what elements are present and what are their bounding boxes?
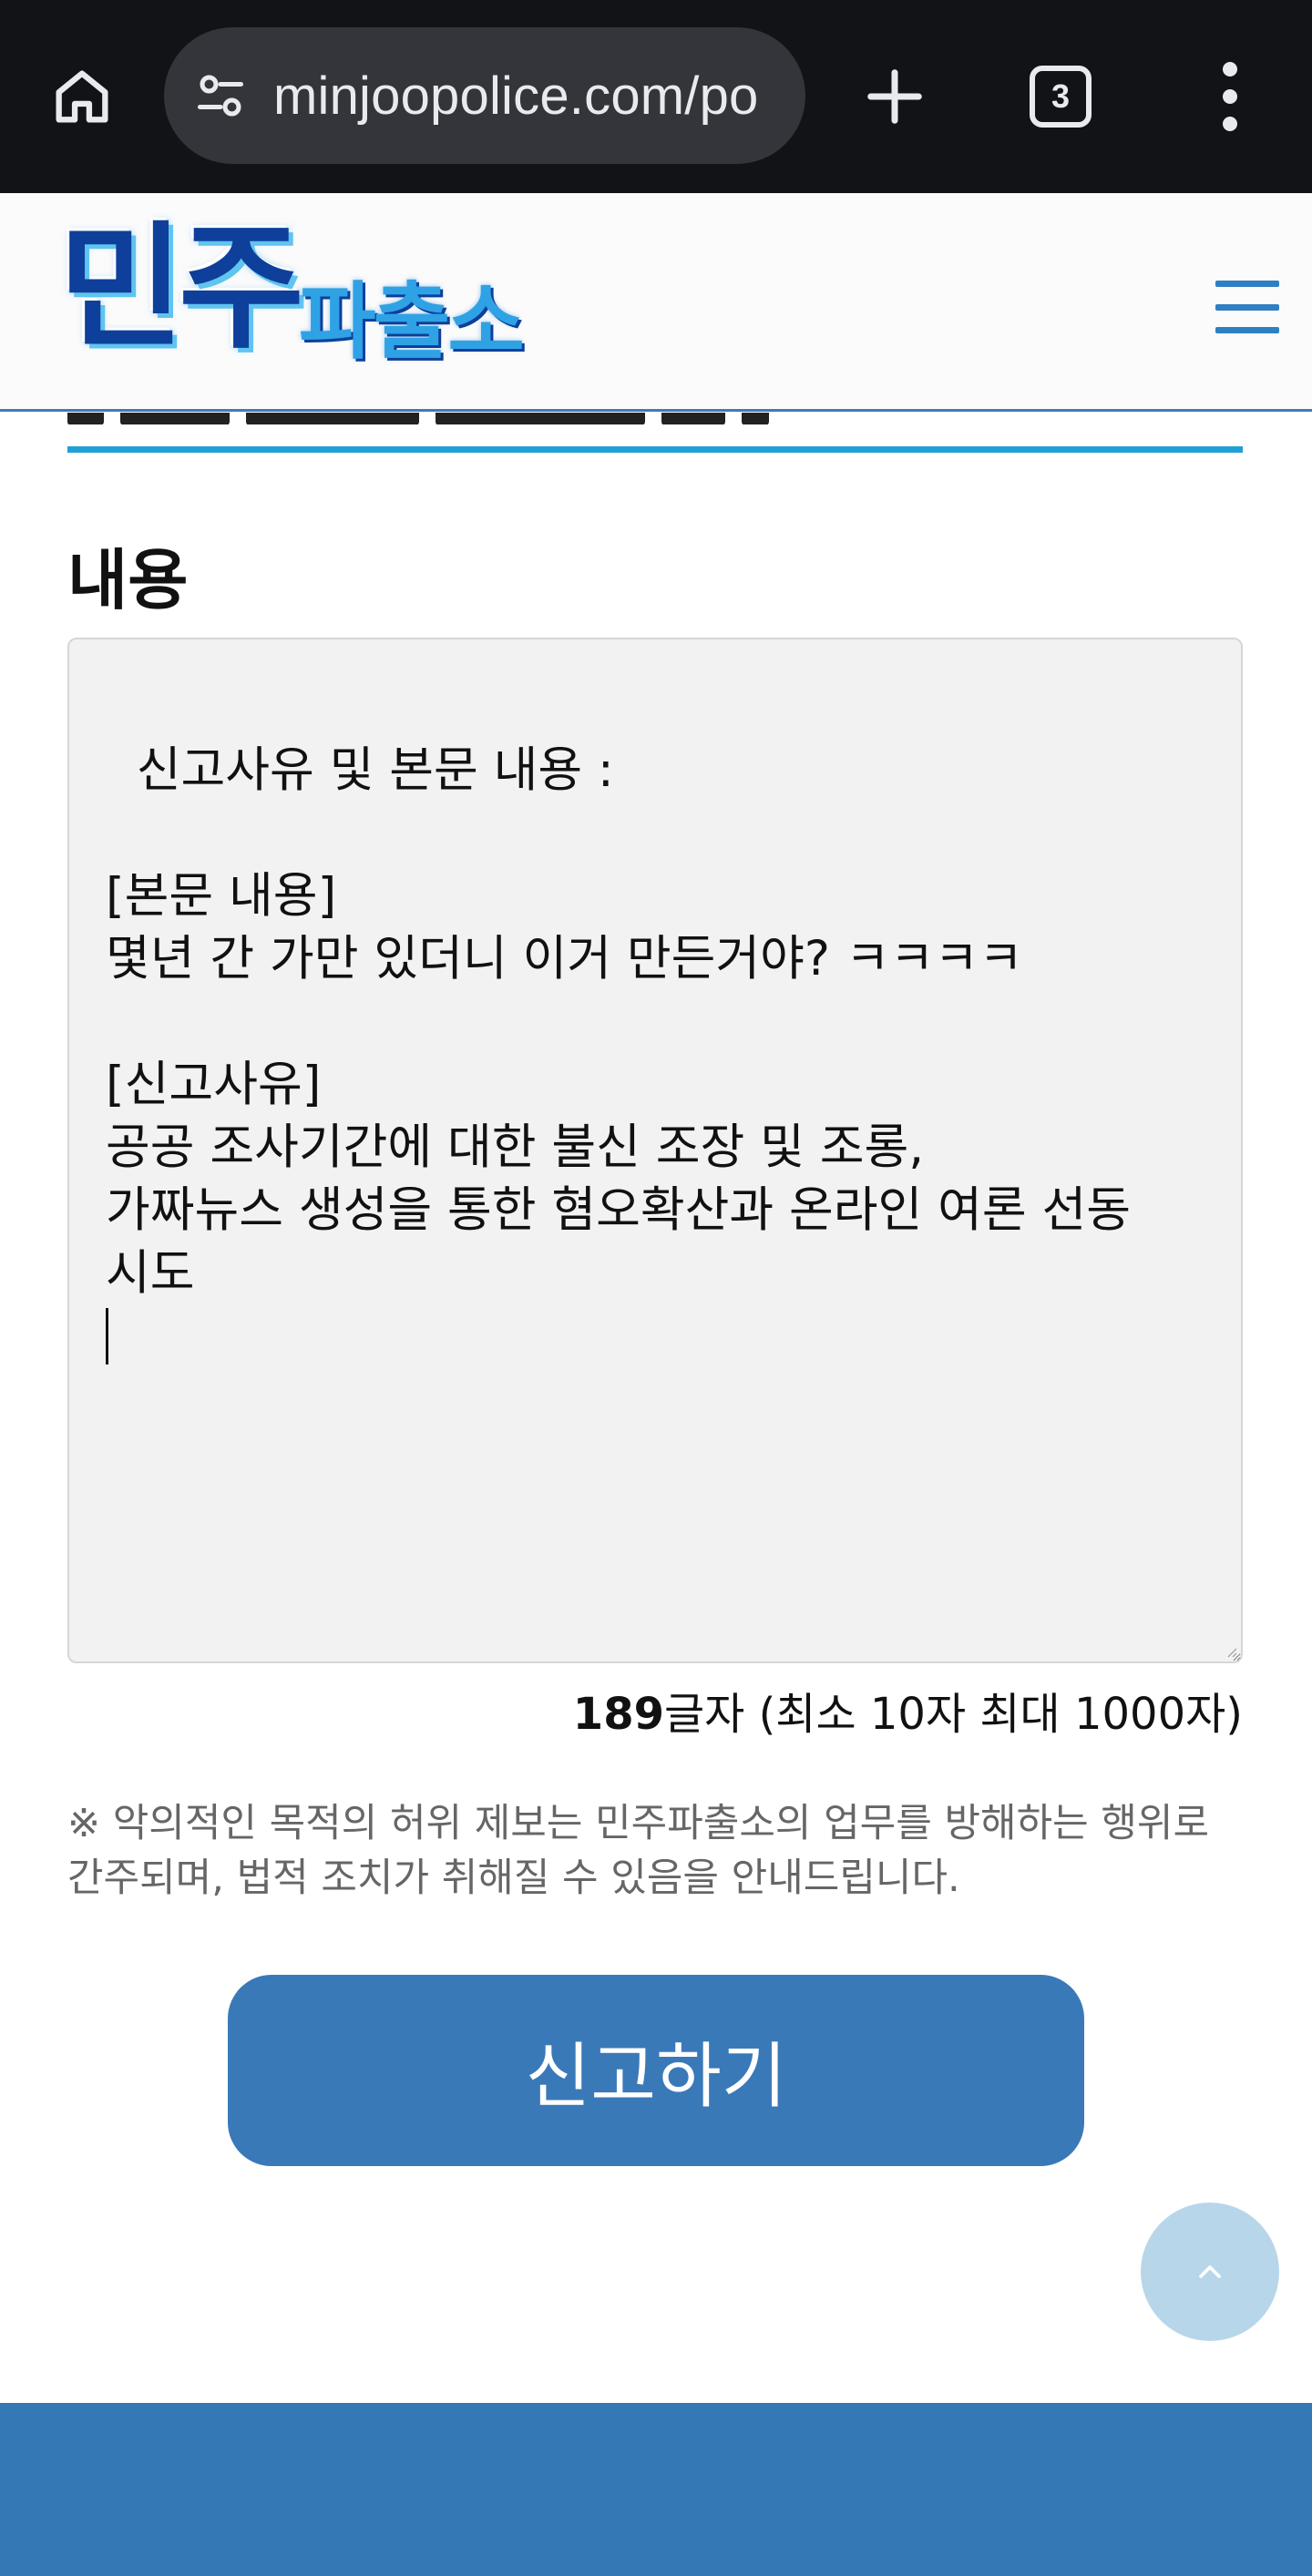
site-logo[interactable]: 민주 파출소 bbox=[58, 220, 550, 394]
character-count-number: 189 bbox=[572, 1689, 664, 1740]
text-caret bbox=[106, 1308, 108, 1365]
tab-switcher-button[interactable]: 3 bbox=[1030, 66, 1092, 128]
home-icon bbox=[56, 70, 108, 123]
content-textarea[interactable]: 신고사유 및 본문 내용 : [본문 내용] 몇년 간 가만 있더니 이거 만든… bbox=[67, 638, 1243, 1663]
logo-main-text: 민주 bbox=[58, 210, 304, 368]
plus-icon bbox=[867, 69, 922, 124]
browser-toolbar: minjoopolice.com/po 3 bbox=[0, 0, 1312, 193]
resize-handle-icon[interactable] bbox=[1226, 1647, 1237, 1658]
submit-report-button[interactable]: 신고하기 bbox=[228, 1975, 1084, 2166]
content-text[interactable]: 신고사유 및 본문 내용 : [본문 내용] 몇년 간 가만 있더니 이거 만든… bbox=[106, 742, 1131, 1301]
content-label: 내용 bbox=[67, 542, 189, 618]
character-counter: 189글자 (최소 10자 최대 1000자) bbox=[573, 1678, 1243, 1742]
chevron-up-icon bbox=[1199, 2265, 1221, 2278]
more-vertical-icon[interactable] bbox=[1194, 51, 1266, 142]
tune-icon[interactable] bbox=[193, 68, 248, 123]
url-text[interactable]: minjoopolice.com/po bbox=[273, 66, 759, 127]
logo-sub-text: 파출소 bbox=[299, 273, 525, 371]
address-bar[interactable]: minjoopolice.com/po bbox=[164, 27, 805, 164]
legal-notice: ※ 악의적인 목적의 허위 제보는 민주파출소의 업무를 방해하는 행위로 간주… bbox=[67, 1801, 1210, 1901]
home-button[interactable] bbox=[36, 51, 128, 142]
character-count-suffix: 글자 (최소 10자 최대 1000자) bbox=[664, 1689, 1243, 1740]
site-footer bbox=[0, 2403, 1312, 2576]
hamburger-menu-icon[interactable] bbox=[1215, 281, 1279, 333]
scroll-to-top-button[interactable] bbox=[1141, 2203, 1279, 2341]
page-title-clipped bbox=[67, 412, 887, 424]
site-header: 민주 파출소 bbox=[0, 193, 1312, 412]
new-tab-button[interactable] bbox=[849, 51, 940, 142]
title-divider bbox=[67, 446, 1243, 453]
